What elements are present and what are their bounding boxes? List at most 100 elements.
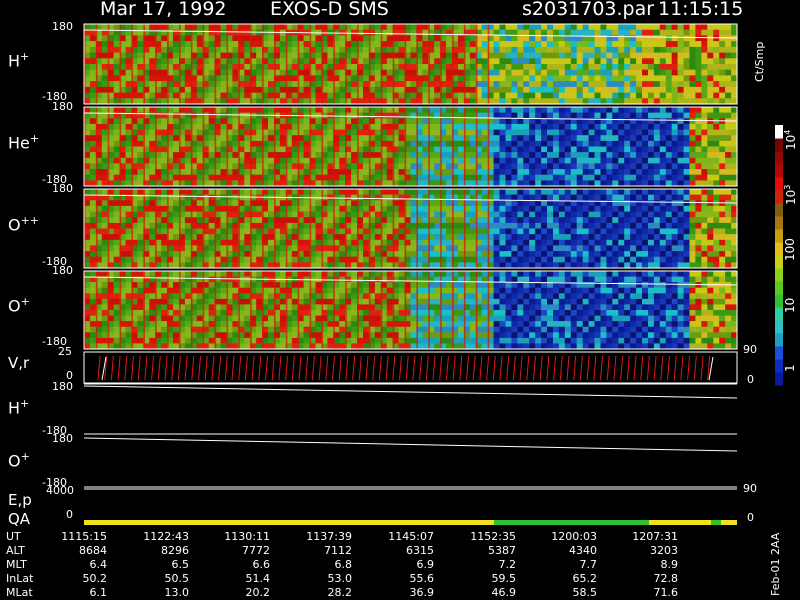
heatmap-cell <box>256 58 263 65</box>
heatmap-cell <box>303 217 311 224</box>
heatmap-cell <box>244 81 251 88</box>
heatmap-cell <box>683 205 691 213</box>
heatmap-cell <box>529 86 536 94</box>
heatmap-cell <box>481 129 489 136</box>
heatmap-cell <box>89 129 97 136</box>
heatmap-cell <box>303 41 311 48</box>
heatmap-cell <box>642 75 649 82</box>
heatmap-cell <box>173 112 180 119</box>
heatmap-cell <box>707 58 714 65</box>
heatmap-stripe <box>155 107 157 186</box>
heatmap-cell <box>600 163 607 170</box>
heatmap-cell <box>624 146 631 153</box>
heatmap-cell <box>517 41 524 48</box>
heatmap-cell <box>173 271 180 278</box>
heatmap-cell <box>458 174 465 181</box>
heatmap-cell <box>689 200 696 207</box>
heatmap-cell <box>184 123 192 131</box>
heatmap-cell <box>707 251 714 258</box>
heatmap-cell <box>268 69 275 76</box>
heatmap-cell <box>594 75 601 82</box>
heatmap-cell <box>125 69 133 76</box>
heatmap-cell <box>173 222 180 230</box>
heatmap-cell <box>422 41 429 48</box>
heatmap-cell <box>600 123 607 131</box>
heatmap-cell <box>446 146 453 153</box>
heatmap-cell <box>600 205 607 213</box>
heatmap-cell <box>636 69 643 76</box>
heatmap-cell <box>665 135 673 142</box>
heatmap-cell <box>636 163 643 170</box>
heatmap-cell <box>499 118 506 125</box>
heatmap-cell <box>517 157 524 164</box>
heatmap-cell <box>351 75 358 82</box>
heatmap-cell <box>279 205 287 213</box>
heatmap-cell <box>725 163 732 170</box>
heatmap-cell <box>606 123 613 131</box>
heatmap-cell <box>541 169 548 176</box>
heatmap-cell <box>523 174 530 181</box>
heatmap-cell <box>725 135 732 142</box>
heatmap-cell <box>458 245 465 252</box>
heatmap-cell <box>612 52 619 59</box>
heatmap-cell <box>588 239 596 246</box>
heatmap-cell <box>469 152 477 159</box>
heatmap-cell <box>161 152 168 159</box>
heatmap-cell <box>683 75 691 82</box>
heatmap-cell <box>499 52 506 59</box>
heatmap-cell <box>279 41 287 48</box>
heatmap-cell <box>469 228 477 235</box>
heatmap-cell <box>511 64 518 71</box>
heatmap-cell <box>363 256 370 263</box>
heatmap-cell <box>725 211 732 218</box>
heatmap-cell <box>398 24 406 31</box>
heatmap-cell <box>244 205 251 213</box>
heatmap-cell <box>89 256 97 263</box>
heatmap-cell <box>523 86 530 94</box>
heatmap-cell <box>113 169 121 176</box>
heatmap-cell <box>161 234 168 241</box>
heatmap-cell <box>374 24 382 31</box>
heatmap-cell <box>173 69 180 76</box>
heatmap-cell <box>339 157 346 164</box>
heatmap-cell <box>612 123 619 131</box>
heatmap-cell <box>570 146 578 153</box>
heatmap-cell <box>303 200 311 207</box>
heatmap-cell <box>576 81 584 88</box>
heatmap-cell <box>374 46 382 54</box>
heatmap-stripe <box>321 107 324 186</box>
heatmap-cell <box>315 146 322 153</box>
heatmap-cell <box>677 75 685 82</box>
heatmap-cell <box>469 118 477 125</box>
heatmap-cell <box>665 157 673 164</box>
heatmap-cell <box>208 75 216 82</box>
heatmap-cell <box>232 174 239 181</box>
heatmap-cell <box>327 92 334 99</box>
heatmap-cell <box>291 107 299 114</box>
heatmap-cell <box>594 107 601 114</box>
heatmap-cell <box>493 169 501 176</box>
heatmap-cell <box>101 304 109 311</box>
heatmap-cell <box>588 189 596 196</box>
heatmap-cell <box>600 174 607 181</box>
heatmap-cell <box>642 211 649 218</box>
heatmap-cell <box>303 107 311 114</box>
heatmap-cell <box>713 211 720 218</box>
heatmap-cell <box>564 189 572 196</box>
heatmap-cell <box>541 52 548 59</box>
heatmap-cell <box>689 52 696 59</box>
heatmap-cell <box>594 205 601 213</box>
heatmap-cell <box>671 256 679 263</box>
heatmap-cell <box>725 41 732 48</box>
heatmap-cell <box>558 92 566 99</box>
heatmap-cell <box>410 189 417 196</box>
heatmap-cell <box>529 174 536 181</box>
heatmap-cell <box>137 304 144 311</box>
heatmap-cell <box>101 287 109 294</box>
heatmap-cell <box>434 86 441 94</box>
heatmap-cell <box>689 234 696 241</box>
heatmap-cell <box>184 46 192 54</box>
heatmap-cell <box>630 52 637 59</box>
heatmap-cell <box>630 41 637 48</box>
heatmap-cell <box>196 189 204 196</box>
